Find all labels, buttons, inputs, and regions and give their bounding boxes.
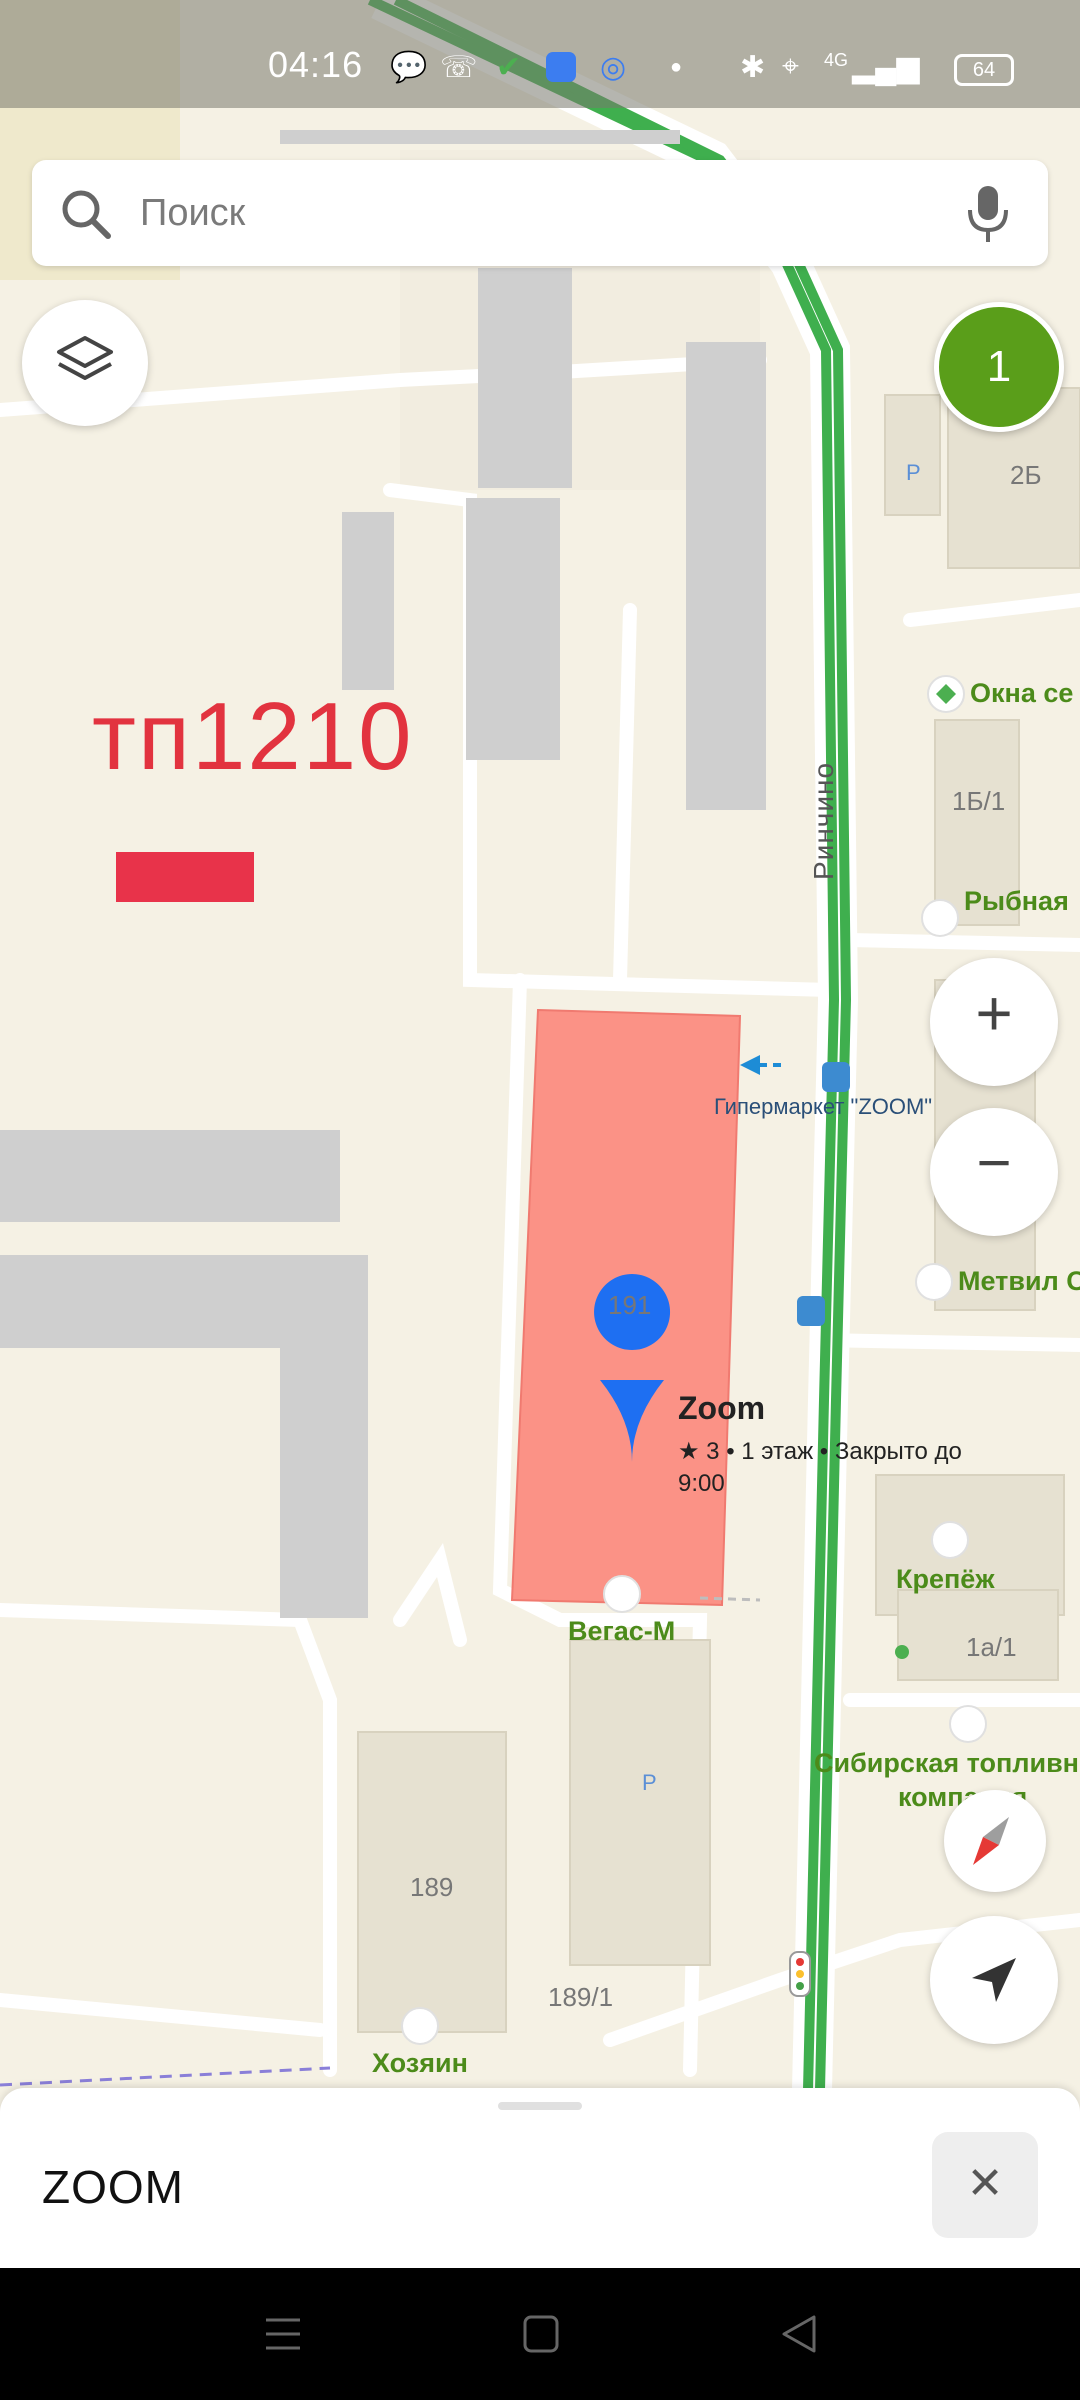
parking-label: P bbox=[906, 460, 921, 485]
poi-label[interactable]: Метвил С bbox=[958, 1266, 1080, 1297]
bluetooth-icon: ✱ bbox=[740, 51, 766, 84]
search-bar[interactable]: Поиск bbox=[32, 160, 1048, 266]
layers-button[interactable] bbox=[22, 300, 148, 426]
poi-label[interactable]: Сибирская топливн bbox=[814, 1748, 1079, 1779]
poi-label[interactable]: Хозяин bbox=[372, 2048, 468, 2079]
app-icon bbox=[546, 52, 576, 82]
building-number: 2Б bbox=[1010, 460, 1042, 490]
system-nav-bar bbox=[0, 2268, 1080, 2400]
battery-icon: 64 bbox=[954, 54, 1014, 86]
my-location-button[interactable] bbox=[930, 1916, 1058, 2044]
search-icon bbox=[62, 190, 111, 239]
plus-icon: + bbox=[975, 977, 1013, 1049]
notifications-badge[interactable]: 1 bbox=[934, 302, 1064, 432]
menu-icon[interactable] bbox=[264, 2314, 302, 2354]
search-app-icon: ◎ bbox=[600, 51, 627, 84]
status-time: 04:16 bbox=[268, 44, 364, 85]
poi-label[interactable]: Вегас-М bbox=[568, 1616, 675, 1647]
dot-icon: ● bbox=[670, 56, 683, 78]
navigation-arrow-icon bbox=[972, 1958, 1016, 2002]
parking-label: P bbox=[642, 1770, 657, 1795]
sheet-drag-handle[interactable] bbox=[498, 2102, 582, 2110]
network-label: 4G bbox=[824, 50, 849, 70]
zoom-in-button[interactable]: + bbox=[930, 958, 1058, 1086]
layers-icon bbox=[57, 336, 113, 380]
building-number: 191 bbox=[608, 1290, 652, 1320]
poi-label[interactable]: Окна се bbox=[970, 678, 1073, 709]
poi-label[interactable]: Рыбная bbox=[964, 886, 1069, 917]
place-bottom-sheet[interactable]: ZOOM ✕ bbox=[0, 2088, 1080, 2268]
compass-button[interactable] bbox=[944, 1790, 1046, 1892]
selected-place-details: ★ 3 • 1 этаж • Закрыто до 9:00 bbox=[678, 1438, 962, 1497]
zoom-out-button[interactable]: − bbox=[930, 1108, 1058, 1236]
status-bar: 04:16 💬 ☏ ✔ ◎ ● ✱ ⌖ 4G ▂▄▆ 64 bbox=[0, 0, 1080, 108]
phone-icon: ☏ bbox=[440, 51, 478, 84]
poi-label[interactable]: Крепёж bbox=[896, 1564, 994, 1595]
place-title: ZOOM bbox=[42, 2161, 184, 2213]
compass-icon bbox=[973, 1817, 1009, 1865]
minus-icon: − bbox=[976, 1129, 1012, 1196]
location-icon: ⌖ bbox=[782, 50, 799, 83]
building-number: 1а/1 bbox=[966, 1632, 1017, 1662]
overlay-label: тп1210 bbox=[92, 683, 414, 790]
overlay-marker bbox=[116, 852, 254, 902]
close-icon: ✕ bbox=[966, 2159, 1004, 2208]
transit-stop-label[interactable]: Гипермаркет "ZOOM" bbox=[714, 1094, 932, 1120]
microphone-icon[interactable] bbox=[966, 184, 1010, 244]
building-number: 189/1 bbox=[548, 1982, 614, 2012]
search-input[interactable]: Поиск bbox=[140, 192, 245, 235]
message-icon: 💬 bbox=[390, 51, 428, 84]
close-button[interactable]: ✕ bbox=[932, 2132, 1038, 2238]
back-icon[interactable] bbox=[780, 2314, 818, 2354]
building-number: 1Б/1 bbox=[952, 786, 1006, 816]
building-number: 189 bbox=[410, 1872, 454, 1902]
street-label: Ринчино bbox=[808, 761, 839, 880]
signal-icon: ▂▄▆ bbox=[852, 51, 920, 84]
check-icon: ✔ bbox=[496, 51, 522, 84]
home-icon[interactable] bbox=[522, 2314, 560, 2354]
selected-place-name[interactable]: Zoom bbox=[678, 1390, 765, 1427]
